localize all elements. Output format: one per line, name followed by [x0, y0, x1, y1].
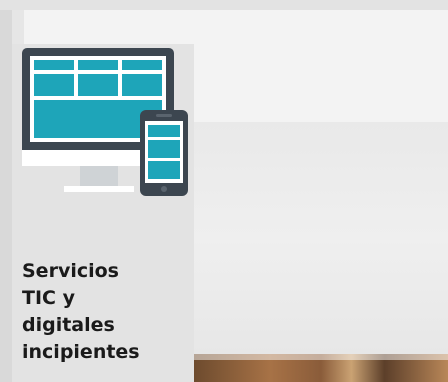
screen-cell [122, 60, 162, 70]
phone-cell [148, 161, 180, 179]
phone-button [161, 186, 167, 192]
monitor-stand [80, 166, 118, 186]
phone-cell [148, 125, 180, 137]
screen-cell [34, 60, 74, 70]
service-title[interactable]: Servicios TIC y digitales incipientes [22, 258, 192, 366]
left-edge [0, 10, 12, 382]
hero-area [194, 122, 448, 354]
screen-cell [34, 74, 74, 96]
monitor-base [64, 186, 134, 192]
screen-cell [78, 60, 118, 70]
desktop-and-mobile-icon [22, 48, 188, 196]
phone-cell [148, 140, 180, 158]
screen-cell [122, 74, 162, 96]
top-strip [0, 0, 448, 10]
phone-speaker [156, 114, 172, 117]
hero-photo [194, 354, 448, 382]
photo-shade [194, 354, 448, 360]
screen-cell [78, 74, 118, 96]
